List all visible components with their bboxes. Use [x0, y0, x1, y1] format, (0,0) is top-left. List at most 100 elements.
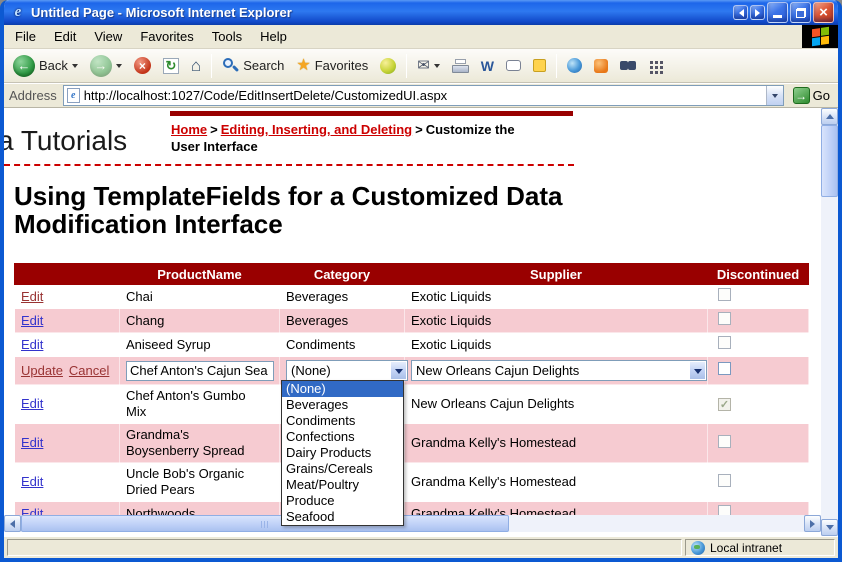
breadcrumb-home-link[interactable]: Home: [171, 122, 207, 137]
close-button[interactable]: ×: [813, 2, 834, 23]
scroll-up-button[interactable]: [821, 108, 838, 125]
go-button[interactable]: → Go: [790, 86, 833, 105]
search-button[interactable]: Search: [217, 54, 289, 77]
media-button[interactable]: [375, 55, 401, 77]
home-button[interactable]: ⌂: [186, 54, 206, 77]
category-dropdown[interactable]: (None): [286, 360, 408, 381]
edit-link[interactable]: Edit: [21, 313, 43, 328]
left-arrow-icon: [6, 520, 15, 528]
mail-button[interactable]: ✉: [412, 55, 445, 76]
dropdown-option[interactable]: Meat/Poultry: [282, 477, 403, 493]
table-row: EditGrandma's Boysenberry SpreadGrandma …: [15, 424, 809, 463]
product-cell: Grandma's Boysenberry Spread: [120, 424, 280, 463]
dropdown-option[interactable]: Produce: [282, 493, 403, 509]
edit-link[interactable]: Edit: [21, 474, 43, 489]
menu-item-tools[interactable]: Tools: [203, 26, 251, 47]
status-message-panel: [7, 539, 682, 556]
favorites-button[interactable]: ★ Favorites: [291, 55, 373, 77]
page-icon: e: [67, 88, 80, 103]
discontinued-checkbox[interactable]: [718, 362, 731, 375]
address-input[interactable]: [84, 88, 766, 103]
stop-button[interactable]: ×: [129, 54, 156, 77]
address-label: Address: [9, 88, 57, 103]
masthead-dashed-rule: [4, 164, 574, 166]
supplier-edit-cell: New Orleans Cajun Delights: [405, 357, 708, 385]
back-button[interactable]: ← Back: [8, 52, 83, 80]
dropdown-option[interactable]: Confections: [282, 429, 403, 445]
product-name-input[interactable]: [126, 361, 274, 381]
menu-item-view[interactable]: View: [85, 26, 131, 47]
address-field: e: [63, 85, 784, 106]
close-icon: ×: [819, 5, 828, 20]
supplier-dropdown[interactable]: New Orleans Cajun Delights: [411, 360, 707, 381]
title-bar[interactable]: e Untitled Page - Microsoft Internet Exp…: [4, 0, 838, 25]
go-icon: →: [793, 87, 810, 104]
notes-button[interactable]: [528, 56, 551, 75]
window-controls: ×: [733, 2, 834, 23]
edit-button[interactable]: W: [476, 56, 499, 76]
edit-link[interactable]: Edit: [21, 396, 43, 411]
address-dropdown-button[interactable]: [766, 86, 783, 105]
edit-link[interactable]: Edit: [21, 435, 43, 450]
edit-link[interactable]: Edit: [21, 337, 43, 352]
up-arrow-icon: [826, 110, 834, 119]
horizontal-scrollbar[interactable]: [4, 515, 821, 532]
nav-back-window-button[interactable]: [733, 5, 748, 20]
page: a Tutorials Home>Editing, Inserting, and…: [4, 108, 821, 532]
chevron-down-icon[interactable]: [689, 361, 706, 380]
scroll-right-button[interactable]: [804, 515, 821, 532]
dropdown-option[interactable]: Grains/Cereals: [282, 461, 403, 477]
edit-link[interactable]: Edit: [21, 289, 43, 304]
security-zone-panel: Local intranet: [685, 539, 835, 556]
windows-logo: [802, 25, 838, 48]
discuss-button[interactable]: [501, 57, 526, 74]
row-actions-cell: Edit: [15, 385, 120, 424]
forward-button[interactable]: →: [85, 52, 127, 80]
discontinued-checkbox: [718, 312, 731, 325]
cancel-link[interactable]: Cancel: [69, 363, 109, 378]
dropdown-option[interactable]: Dairy Products: [282, 445, 403, 461]
row-actions-cell: Edit: [15, 285, 120, 309]
breadcrumb-section-link[interactable]: Editing, Inserting, and Deleting: [221, 122, 412, 137]
chevron-down-icon: [72, 64, 78, 71]
security-zone-label: Local intranet: [710, 541, 782, 555]
discontinued-checkbox: [718, 288, 731, 301]
vertical-scroll-thumb[interactable]: [821, 125, 838, 197]
minimize-button[interactable]: [767, 2, 788, 23]
research-button[interactable]: [562, 55, 587, 76]
discontinued-cell: [708, 424, 809, 463]
nav-forward-window-button[interactable]: [750, 5, 765, 20]
find-button[interactable]: [615, 58, 641, 74]
messenger-button[interactable]: [589, 56, 613, 76]
update-link[interactable]: Update: [21, 363, 63, 378]
vertical-scrollbar[interactable]: [821, 108, 838, 536]
discontinued-checkbox: [718, 435, 731, 448]
addons-button[interactable]: [643, 56, 670, 75]
menu-item-edit[interactable]: Edit: [45, 26, 85, 47]
discontinued-cell: [708, 309, 809, 333]
dropdown-option[interactable]: (None): [282, 381, 403, 397]
menu-item-help[interactable]: Help: [251, 26, 296, 47]
print-icon: [452, 59, 469, 73]
dropdown-option[interactable]: Beverages: [282, 397, 403, 413]
product-cell: Chang: [120, 309, 280, 333]
dropdown-option[interactable]: Condiments: [282, 413, 403, 429]
table-row: EditChef Anton's Gumbo MixNew Orleans Ca…: [15, 385, 809, 424]
dropdown-option[interactable]: Seafood: [282, 509, 403, 525]
header-action: [15, 264, 120, 285]
horizontal-scroll-thumb[interactable]: [21, 515, 509, 532]
chevron-down-icon[interactable]: [390, 361, 407, 380]
restore-button[interactable]: [790, 2, 811, 23]
row-actions-cell: Edit: [15, 463, 120, 502]
content-area: a Tutorials Home>Editing, Inserting, and…: [4, 108, 838, 536]
scroll-left-button[interactable]: [4, 515, 21, 532]
menu-item-file[interactable]: File: [6, 26, 45, 47]
chevron-down-icon: [116, 64, 122, 71]
scroll-down-button[interactable]: [821, 519, 838, 536]
search-label: Search: [243, 58, 284, 73]
internet-explorer-icon: e: [10, 5, 26, 21]
refresh-button[interactable]: ↻: [158, 55, 184, 77]
edit-icon: W: [481, 59, 494, 73]
print-button[interactable]: [447, 56, 474, 76]
menu-item-favorites[interactable]: Favorites: [131, 26, 202, 47]
